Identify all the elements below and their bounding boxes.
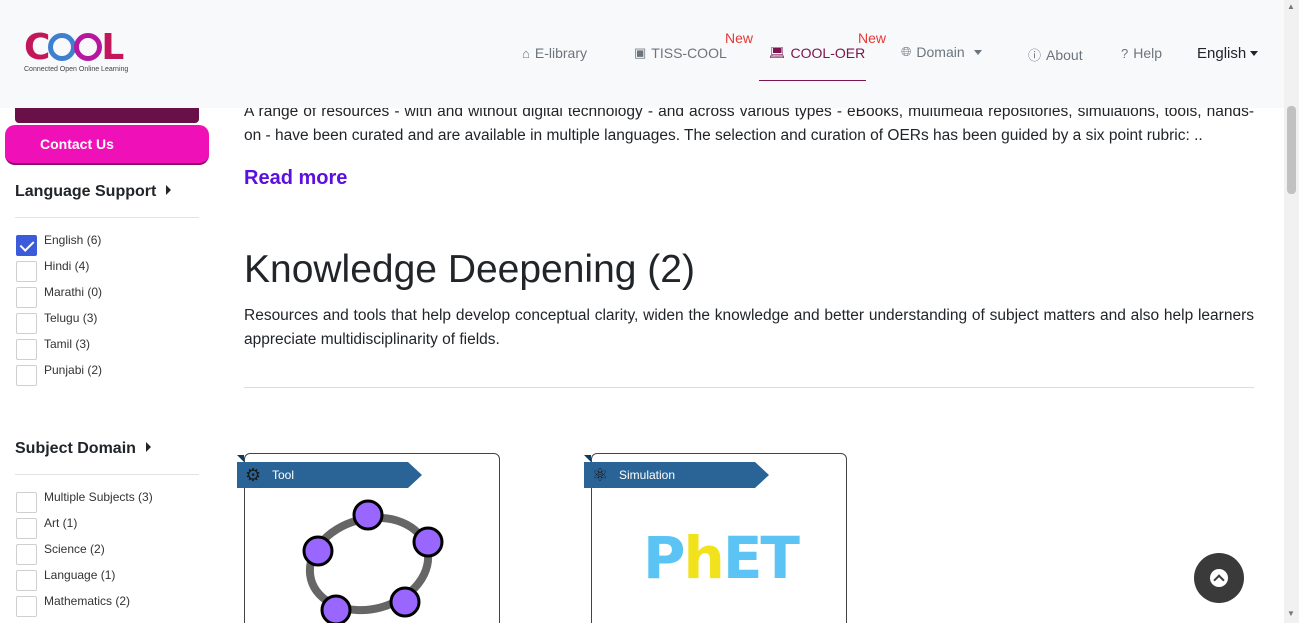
card-ribbon-tool: ⚙ Tool bbox=[237, 462, 422, 488]
top-navbar: CL Connected Open Online Learning ⌂ E-lib… bbox=[0, 0, 1284, 108]
filter-art[interactable]: Art (1) bbox=[16, 516, 77, 539]
section-divider bbox=[244, 387, 1254, 388]
filter-hindi[interactable]: Hindi (4) bbox=[16, 259, 89, 282]
read-more-link[interactable]: Read more bbox=[244, 167, 347, 190]
caret-down-icon bbox=[1250, 51, 1259, 56]
filter-english[interactable]: English (6) bbox=[16, 233, 101, 256]
nav-help[interactable]: ? Help bbox=[1121, 45, 1162, 61]
checkbox[interactable] bbox=[16, 234, 37, 256]
filter-language[interactable]: Language (1) bbox=[16, 568, 115, 591]
filter-tamil[interactable]: Tamil (3) bbox=[16, 337, 90, 360]
language-dropdown[interactable]: English bbox=[1197, 45, 1259, 62]
nav-e-library[interactable]: ⌂ E-library bbox=[522, 45, 587, 61]
active-tab-indicator bbox=[759, 80, 866, 81]
caret-right-icon bbox=[145, 442, 151, 452]
sidebar-button-partial[interactable] bbox=[15, 108, 199, 123]
language-support-toggle[interactable]: Language Support bbox=[15, 183, 172, 201]
question-circle-icon: ? bbox=[1121, 45, 1129, 61]
scroll-thumb[interactable] bbox=[1287, 106, 1296, 194]
gears-icon: ⚙ bbox=[245, 465, 262, 485]
new-badge: New bbox=[858, 30, 887, 46]
checkbox[interactable] bbox=[16, 312, 37, 334]
new-badge: New bbox=[725, 30, 754, 46]
caret-down-icon bbox=[973, 49, 982, 55]
section-description: Resources and tools that help develop co… bbox=[244, 307, 1254, 348]
checkbox[interactable] bbox=[16, 595, 37, 617]
back-to-top-button[interactable] bbox=[1194, 553, 1244, 603]
filter-science[interactable]: Science (2) bbox=[16, 542, 105, 565]
cool-logo[interactable]: CL Connected Open Online Learning bbox=[22, 30, 134, 76]
filter-marathi[interactable]: Marathi (0) bbox=[16, 285, 102, 308]
home-icon: ⌂ bbox=[522, 45, 530, 61]
checkbox[interactable] bbox=[16, 338, 37, 360]
info-icon: ⓘ bbox=[1028, 48, 1042, 63]
filter-punjabi[interactable]: Punjabi (2) bbox=[16, 363, 102, 386]
globe-icon: 🌐︎ bbox=[901, 44, 912, 59]
nav-about[interactable]: ⓘ About bbox=[1028, 45, 1083, 64]
filter-mathematics[interactable]: Mathematics (2) bbox=[16, 594, 130, 617]
subject-domain-toggle[interactable]: Subject Domain bbox=[15, 440, 151, 458]
checkbox[interactable] bbox=[16, 364, 37, 386]
contact-us-button[interactable]: Contact Us bbox=[5, 125, 209, 165]
filter-multiple-subjects[interactable]: Multiple Subjects (3) bbox=[16, 490, 153, 513]
ribbon-label: Tool bbox=[272, 468, 295, 482]
atom-icon: ⚛ bbox=[592, 465, 609, 485]
caret-right-icon bbox=[166, 185, 172, 195]
checkbox[interactable] bbox=[16, 491, 37, 513]
nav-cool-oer[interactable]: 💻︎ COOL-OER bbox=[769, 45, 865, 61]
divider bbox=[15, 474, 199, 475]
card-ribbon-simulation: ⚛ Simulation bbox=[584, 462, 769, 488]
laptop-icon: 💻︎ bbox=[769, 45, 786, 60]
scroll-down-arrow-icon[interactable]: ▼ bbox=[1287, 609, 1295, 618]
ribbon-fold bbox=[584, 455, 591, 462]
phet-logo: PhET bbox=[643, 524, 800, 592]
filter-telugu[interactable]: Telugu (3) bbox=[16, 311, 97, 334]
checkbox[interactable] bbox=[16, 569, 37, 591]
page-scrollbar[interactable]: ▲ ▼ bbox=[1284, 0, 1299, 623]
scroll-up-arrow-icon[interactable]: ▲ bbox=[1287, 2, 1295, 11]
checkbox[interactable] bbox=[16, 543, 37, 565]
checkbox[interactable] bbox=[16, 260, 37, 282]
checkbox[interactable] bbox=[16, 286, 37, 308]
nav-domain-dropdown[interactable]: 🌐︎ Domain bbox=[901, 44, 982, 60]
nav-tiss-cool[interactable]: ▣ TISS-COOL bbox=[634, 45, 727, 61]
teacher-board-icon: ▣ bbox=[634, 45, 647, 60]
language-support-title: Language Support bbox=[15, 183, 157, 200]
divider bbox=[15, 217, 199, 218]
checkbox[interactable] bbox=[16, 517, 37, 539]
logo-subtitle: Connected Open Online Learning bbox=[24, 66, 129, 73]
subject-domain-title: Subject Domain bbox=[15, 440, 136, 457]
filter-sidebar: Contact Us Language Support English (6) … bbox=[0, 108, 215, 623]
ribbon-label: Simulation bbox=[619, 468, 676, 482]
section-title: Knowledge Deepening (2) bbox=[244, 248, 695, 291]
ribbon-fold bbox=[237, 455, 244, 462]
logo-wordmark: CL bbox=[24, 27, 124, 68]
